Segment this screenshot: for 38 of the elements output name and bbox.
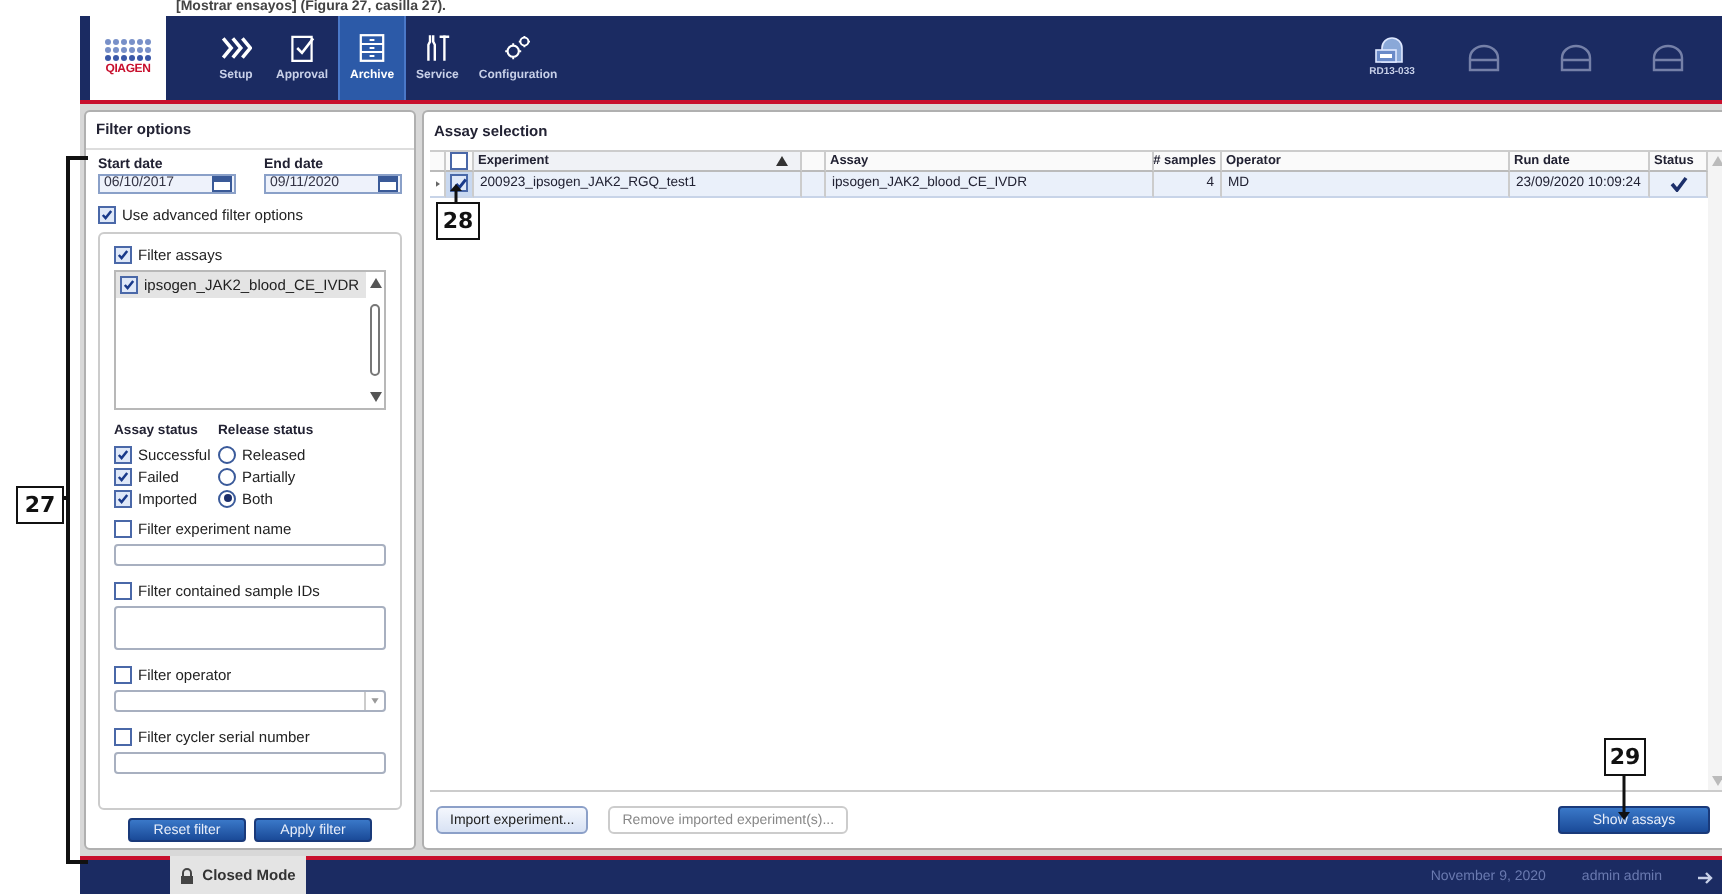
empty-slot-icon[interactable] bbox=[1650, 43, 1686, 72]
checkbox[interactable] bbox=[114, 665, 132, 684]
checkbox[interactable] bbox=[114, 445, 132, 464]
radio-button[interactable] bbox=[218, 445, 236, 464]
scroll-up-icon[interactable] bbox=[369, 277, 381, 288]
sort-up-icon bbox=[776, 155, 788, 166]
checkbox[interactable] bbox=[120, 275, 138, 294]
clipboard-check-icon bbox=[286, 32, 318, 65]
cabinet-icon bbox=[356, 32, 389, 65]
callout-label: 27 bbox=[16, 486, 64, 524]
empty-slot-icon[interactable] bbox=[1466, 43, 1502, 72]
tools-icon bbox=[421, 32, 454, 65]
radio-button[interactable] bbox=[218, 467, 236, 486]
input-field[interactable] bbox=[114, 543, 386, 566]
checkbox[interactable] bbox=[114, 727, 132, 746]
input-field[interactable] bbox=[114, 751, 386, 774]
callout-arrow bbox=[448, 184, 464, 202]
gears-icon bbox=[502, 32, 535, 65]
empty-slot-icon[interactable] bbox=[1558, 43, 1594, 72]
select-all-checkbox[interactable] bbox=[450, 151, 468, 170]
table-cell bbox=[802, 171, 826, 198]
callout-label: 28 bbox=[436, 202, 480, 240]
checkbox[interactable] bbox=[114, 581, 132, 600]
checkbox[interactable] bbox=[98, 205, 116, 224]
calendar-icon bbox=[212, 175, 232, 192]
checkbox[interactable] bbox=[114, 245, 132, 264]
radio-button[interactable] bbox=[218, 489, 236, 508]
logout-icon[interactable] bbox=[1698, 869, 1714, 886]
scroll-down-icon[interactable] bbox=[369, 391, 381, 402]
lock-icon bbox=[180, 867, 195, 884]
chevrons-icon bbox=[220, 32, 252, 65]
checkbox[interactable] bbox=[114, 519, 132, 538]
caret-icon bbox=[364, 691, 384, 710]
checkbox[interactable] bbox=[114, 467, 132, 486]
dots-icon bbox=[104, 38, 152, 63]
callout-label: 29 bbox=[1604, 738, 1646, 776]
checkbox[interactable] bbox=[114, 489, 132, 508]
calendar-icon bbox=[378, 175, 398, 192]
